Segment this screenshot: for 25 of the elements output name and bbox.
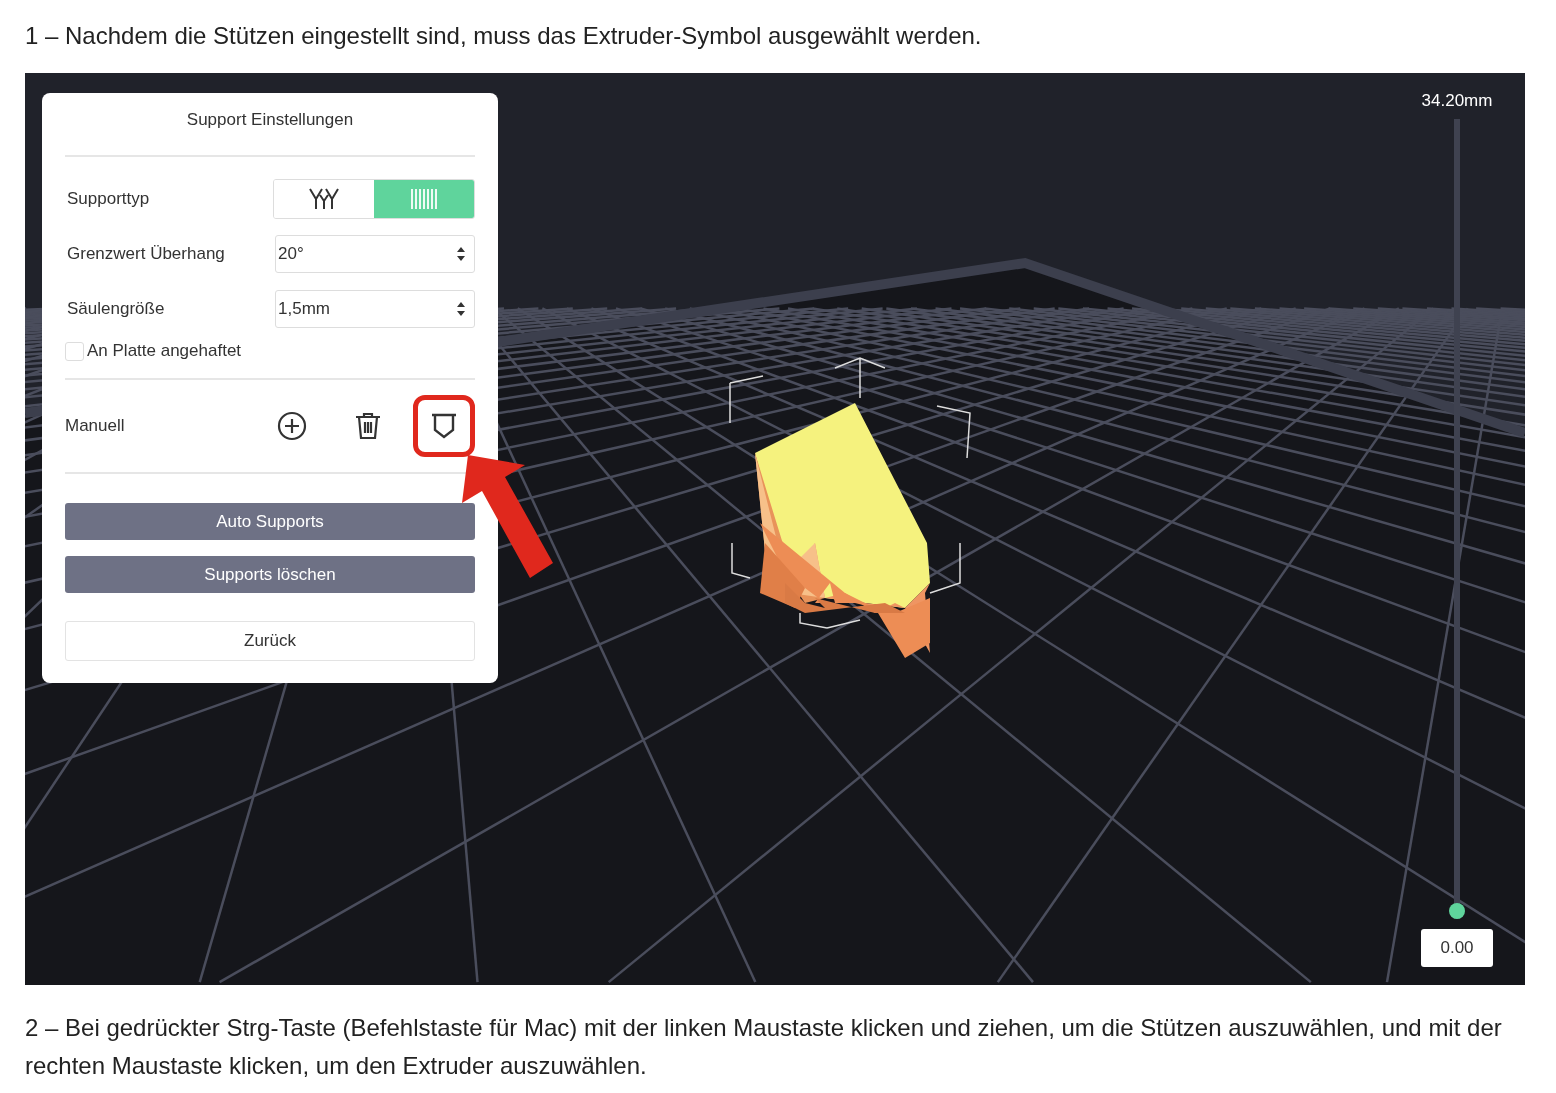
add-icon	[277, 411, 307, 441]
trash-icon	[355, 412, 381, 440]
extruder-icon	[431, 413, 457, 439]
tool-button[interactable]	[413, 395, 475, 457]
action-button[interactable]: Supports löschen	[65, 556, 475, 593]
stepper-icon	[456, 300, 466, 317]
checkbox-label: An Platte angehaftet	[87, 341, 242, 361]
field-label: Manuell	[65, 416, 126, 436]
field-label: Grenzwert Überhang	[66, 243, 225, 264]
number-field[interactable]: 1,5mm	[275, 289, 475, 328]
layer-value-field[interactable]: 0.00	[1421, 929, 1493, 967]
caption-text: 2 – Bei gedrückter Strg-Taste (Befehlstaste für Mac) mit der linken Maustaste klicken und ziehen, um die Stützen auszuwählen, und mit der rechten Maustaste klicken, um den Extruder auszuwählen.	[25, 1013, 1503, 1081]
tree-support-icon	[308, 186, 340, 211]
action-button[interactable]: Auto Supports	[65, 503, 475, 540]
action-button[interactable]: Zurück	[65, 621, 475, 661]
caption-text: 1 – Nachdem die Stützen eingestellt sind, muss das Extruder-Symbol ausgewählt werden.	[25, 21, 983, 51]
layer-max-label: 34.20mm	[1421, 91, 1493, 111]
stepper-icon	[456, 245, 466, 262]
slider-thumb[interactable]	[1449, 903, 1465, 919]
pillar-support-icon	[410, 187, 438, 210]
field-label: Supporttyp	[66, 188, 150, 209]
field-label: Säulengröße	[66, 298, 165, 319]
checkbox[interactable]	[65, 341, 84, 361]
number-field[interactable]: 20°	[275, 234, 475, 273]
panel-title: Support Einstellungen	[65, 93, 475, 157]
